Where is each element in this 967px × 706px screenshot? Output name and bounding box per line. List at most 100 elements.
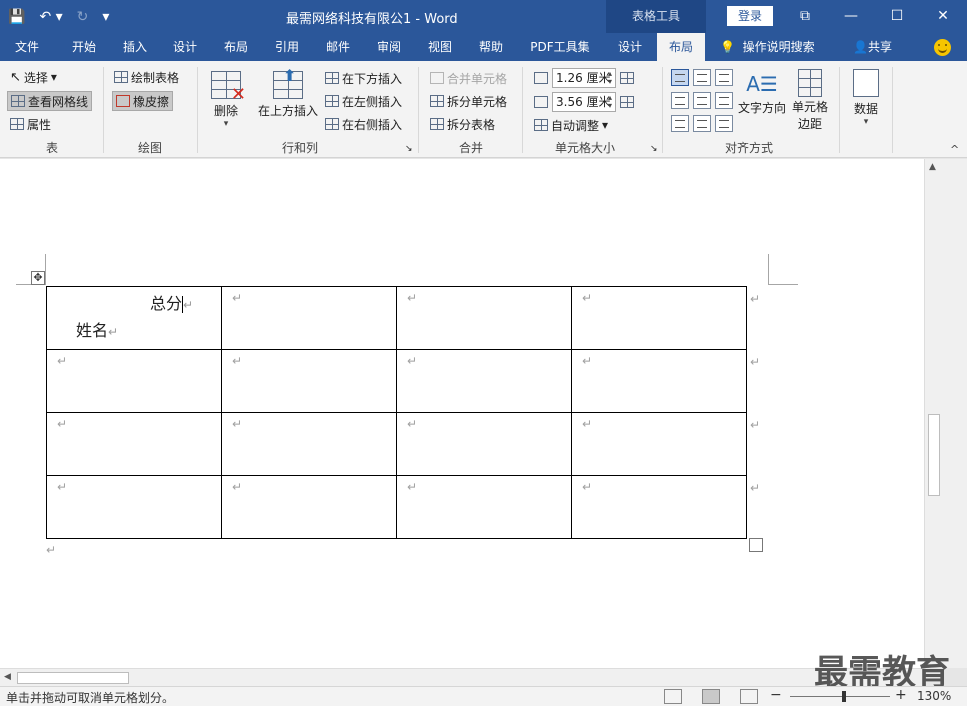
cell-size-dialog-launcher-icon[interactable]: ↘ [650, 143, 658, 155]
align-top-right-icon[interactable] [715, 69, 733, 86]
table-cell[interactable]: ↵ [396, 349, 572, 413]
maximize-icon[interactable]: ☐ [874, 0, 920, 33]
view-gridlines-button[interactable]: 查看网格线 [7, 91, 93, 111]
align-middle-center-icon[interactable] [693, 92, 711, 109]
table-cell[interactable]: ↵ [221, 286, 397, 350]
table-move-handle-icon[interactable]: ✥ [31, 271, 45, 285]
chevron-down-icon: ▾ [223, 119, 229, 129]
insert-right-button[interactable]: 在右侧插入 [325, 114, 402, 134]
table-cell[interactable]: ↵ [571, 349, 747, 413]
table-cell[interactable]: ↵ [46, 475, 222, 539]
tab-design[interactable]: 设计 [162, 33, 208, 61]
paragraph-mark: ↵ [232, 291, 243, 305]
tab-table-design[interactable]: 设计 [606, 33, 654, 61]
properties-button[interactable]: 属性 [10, 114, 51, 134]
tab-table-layout[interactable]: 布局 [657, 33, 705, 61]
redo-icon[interactable]: ↻ [77, 9, 89, 25]
table-cell[interactable]: ↵ [46, 412, 222, 476]
collapse-ribbon-icon[interactable]: ^ [950, 143, 959, 156]
split-table-button[interactable]: 拆分表格 [430, 114, 495, 134]
split-cells-label: 拆分单元格 [447, 94, 508, 109]
vertical-scrollbar[interactable]: ▲ [924, 159, 942, 668]
distribute-columns-icon[interactable] [620, 96, 634, 108]
split-cells-button[interactable]: 拆分单元格 [430, 91, 507, 111]
column-width-spinner[interactable]: 3.56 厘米 [534, 92, 634, 112]
align-top-left-icon[interactable] [671, 69, 689, 86]
document-table[interactable]: 总分↵ 姓名↵ ↵ ↵ ↵ ↵ ↵ ↵ ↵ ↵ ↵ ↵ ↵ ↵ ↵ ↵ ↵ [46, 286, 747, 539]
merge-cells-button[interactable]: 合并单元格 [430, 68, 507, 88]
align-bottom-left-icon[interactable] [671, 115, 689, 132]
zoom-slider-thumb[interactable] [842, 691, 846, 702]
align-middle-left-icon[interactable] [671, 92, 689, 109]
table-cell[interactable]: ↵ [571, 412, 747, 476]
tab-mailings[interactable]: 邮件 [315, 33, 361, 61]
table-cell[interactable]: ↵ [571, 286, 747, 350]
share-button[interactable]: 👤共享 [853, 33, 892, 61]
tab-insert[interactable]: 插入 [112, 33, 158, 61]
feedback-smiley-icon[interactable] [934, 39, 951, 56]
tab-layout[interactable]: 布局 [213, 33, 259, 61]
web-layout-icon[interactable] [740, 689, 758, 704]
data-button[interactable]: 数据 ▾ [848, 69, 884, 127]
insert-right-label: 在右侧插入 [342, 117, 403, 132]
distribute-rows-icon[interactable] [620, 72, 634, 84]
eraser-button[interactable]: 橡皮擦 [112, 91, 174, 111]
align-bottom-center-icon[interactable] [693, 115, 711, 132]
horizontal-scroll-thumb[interactable] [17, 672, 129, 684]
draw-table-button[interactable]: 绘制表格 [114, 67, 179, 87]
tab-help[interactable]: 帮助 [468, 33, 514, 61]
insert-above-button[interactable]: ⬆ 在上方插入 [256, 66, 320, 119]
table-resize-handle[interactable] [749, 538, 763, 552]
insert-below-button[interactable]: 在下方插入 [325, 68, 402, 88]
row-height-spinner[interactable]: 1.26 厘米 [534, 68, 634, 88]
tab-review[interactable]: 审阅 [366, 33, 412, 61]
undo-icon[interactable]: ↶ ▾ [39, 9, 62, 25]
table-cell[interactable]: ↵ [221, 475, 397, 539]
column-width-input[interactable]: 3.56 厘米 [552, 92, 616, 112]
table-cell[interactable]: ↵ [221, 349, 397, 413]
zoom-out-button[interactable]: − [770, 687, 782, 703]
login-button[interactable]: 登录 [727, 6, 773, 26]
minimize-icon[interactable]: — [828, 0, 874, 33]
tab-file[interactable]: 文件 [4, 33, 50, 61]
delete-x-icon: ✕ [230, 84, 246, 105]
scroll-up-icon[interactable]: ▲ [929, 162, 936, 172]
close-icon[interactable]: ✕ [920, 0, 966, 33]
tab-pdf-tools[interactable]: PDF工具集 [524, 33, 596, 61]
row-height-input[interactable]: 1.26 厘米 [552, 68, 616, 88]
vertical-scroll-thumb[interactable] [928, 414, 940, 496]
table-cell[interactable]: ↵ [396, 412, 572, 476]
text-direction-button[interactable]: A☰ 文字方向 [736, 69, 788, 116]
delete-button[interactable]: ✕ 删除 ▾ [206, 71, 246, 129]
align-top-center-icon[interactable] [693, 69, 711, 86]
table-cell-diagonal-header[interactable]: 总分↵ 姓名↵ [46, 286, 222, 350]
tab-home[interactable]: 开始 [58, 33, 110, 61]
align-middle-right-icon[interactable] [715, 92, 733, 109]
table-cell[interactable]: ↵ [46, 349, 222, 413]
table-cell[interactable]: ↵ [396, 475, 572, 539]
table-cell[interactable]: ↵ [396, 286, 572, 350]
print-layout-icon[interactable] [702, 689, 720, 704]
autofit-button[interactable]: 自动调整 ▾ [534, 115, 608, 135]
tab-view[interactable]: 视图 [417, 33, 463, 61]
table-cell[interactable]: ↵ [571, 475, 747, 539]
document-page[interactable]: ✥ 总分↵ 姓名↵ ↵ ↵ ↵ ↵ ↵ ↵ ↵ ↵ ↵ ↵ ↵ ↵ ↵ ↵ ↵ [0, 159, 924, 668]
zoom-level[interactable]: 130% [917, 689, 951, 703]
crop-mark [768, 254, 769, 284]
horizontal-scrollbar[interactable]: ◀ [0, 668, 924, 686]
cell-margins-button[interactable]: 单元格 边距 [789, 69, 831, 132]
customize-qat-icon[interactable]: ▾ [102, 9, 109, 25]
align-bottom-right-icon[interactable] [715, 115, 733, 132]
table-cell[interactable]: ↵ [221, 412, 397, 476]
read-mode-icon[interactable] [664, 689, 682, 704]
save-icon[interactable]: 💾 [8, 9, 25, 25]
scroll-left-icon[interactable]: ◀ [4, 672, 11, 682]
zoom-in-button[interactable]: + [895, 687, 907, 703]
rows-columns-dialog-launcher-icon[interactable]: ↘ [405, 143, 413, 155]
tab-references[interactable]: 引用 [264, 33, 310, 61]
zoom-slider-track[interactable] [790, 696, 890, 697]
select-button[interactable]: ↖ 选择 ▾ [10, 67, 57, 87]
insert-left-button[interactable]: 在左侧插入 [325, 91, 402, 111]
tell-me-search[interactable]: 💡 操作说明搜索 [720, 33, 815, 61]
ribbon-display-options-icon[interactable]: ⧉ [782, 0, 828, 33]
